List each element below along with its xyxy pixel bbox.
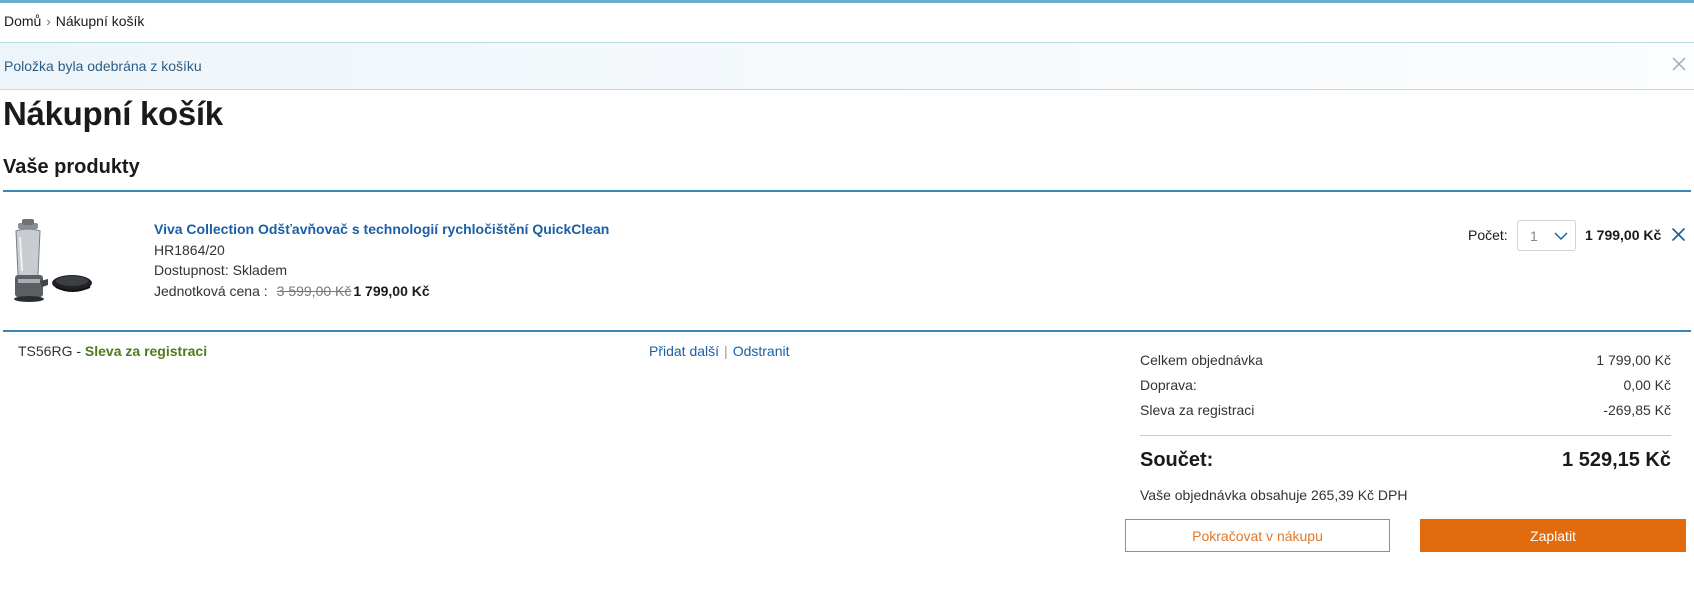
voucher-actions-divider: | — [724, 343, 728, 359]
notice-text: Položka byla odebrána z košíku — [4, 58, 202, 74]
summary-value: -269,85 Kč — [1603, 402, 1671, 418]
pay-button[interactable]: Zaplatit — [1420, 519, 1686, 552]
product-name-link[interactable]: Viva Collection Odšťavňovač s technologi… — [154, 221, 609, 237]
voucher-code: TS56RG — [18, 343, 73, 359]
total-label: Součet: — [1140, 449, 1214, 471]
summary-label: Doprava: — [1140, 377, 1197, 393]
quantity-select[interactable]: 1 — [1517, 220, 1576, 251]
breadcrumb-current: Nákupní košík — [55, 13, 145, 29]
summary-row-order-total: Celkem objednávka 1 799,00 Kč — [1140, 352, 1671, 368]
juicer-product-image[interactable] — [8, 217, 100, 309]
voucher-name: Sleva za registraci — [84, 343, 208, 359]
product-unit-price: Jednotková cena : 3 599,00 Kč 1 799,00 K… — [154, 283, 430, 299]
total-value: 1 529,15 Kč — [1562, 449, 1671, 471]
chevron-down-icon — [1554, 232, 1568, 240]
new-price: 1 799,00 Kč — [353, 283, 430, 299]
old-price: 3 599,00 Kč — [276, 283, 352, 299]
summary-value: 0,00 Kč — [1623, 377, 1671, 393]
vat-note: Vaše objednávka obsahuje 265,39 Kč DPH — [1140, 487, 1408, 503]
breadcrumb: Domů › Nákupní košík — [4, 13, 144, 29]
close-icon[interactable] — [1671, 56, 1687, 72]
quantity-value: 1 — [1530, 228, 1538, 244]
summary-divider — [1140, 435, 1671, 436]
product-sku: HR1864/20 — [154, 242, 225, 258]
line-price: 1 799,00 Kč — [1585, 227, 1662, 243]
section-divider — [3, 190, 1691, 192]
product-divider — [3, 330, 1691, 332]
quantity-label: Počet: — [1468, 227, 1508, 243]
top-accent-bar — [0, 0, 1694, 3]
breadcrumb-home-link[interactable]: Domů — [4, 13, 41, 29]
remove-voucher-link[interactable]: Odstranit — [733, 343, 790, 359]
summary-total: Součet: 1 529,15 Kč — [1140, 449, 1671, 472]
voucher-actions: Přidat další | Odstranit — [649, 343, 790, 359]
summary-label: Celkem objednávka — [1140, 352, 1263, 368]
voucher-info: TS56RG - Sleva za registraci — [18, 343, 207, 359]
unit-price-label: Jednotková cena : — [154, 283, 268, 299]
product-availability: Dostupnost: Skladem — [154, 262, 288, 278]
removal-notice: Položka byla odebrána z košíku — [0, 42, 1694, 90]
section-title: Vaše produkty — [3, 156, 140, 178]
summary-row-shipping: Doprava: 0,00 Kč — [1140, 377, 1671, 393]
summary-value: 1 799,00 Kč — [1596, 352, 1671, 368]
breadcrumb-separator: › — [46, 13, 51, 29]
continue-shopping-button[interactable]: Pokračovat v nákupu — [1125, 519, 1390, 552]
summary-label: Sleva za registraci — [1140, 402, 1255, 418]
page-title: Nákupní košík — [3, 95, 223, 132]
voucher-dash: - — [72, 343, 85, 359]
add-voucher-link[interactable]: Přidat další — [649, 343, 719, 359]
close-icon[interactable] — [1671, 227, 1686, 242]
summary-row-discount: Sleva za registraci -269,85 Kč — [1140, 402, 1671, 418]
